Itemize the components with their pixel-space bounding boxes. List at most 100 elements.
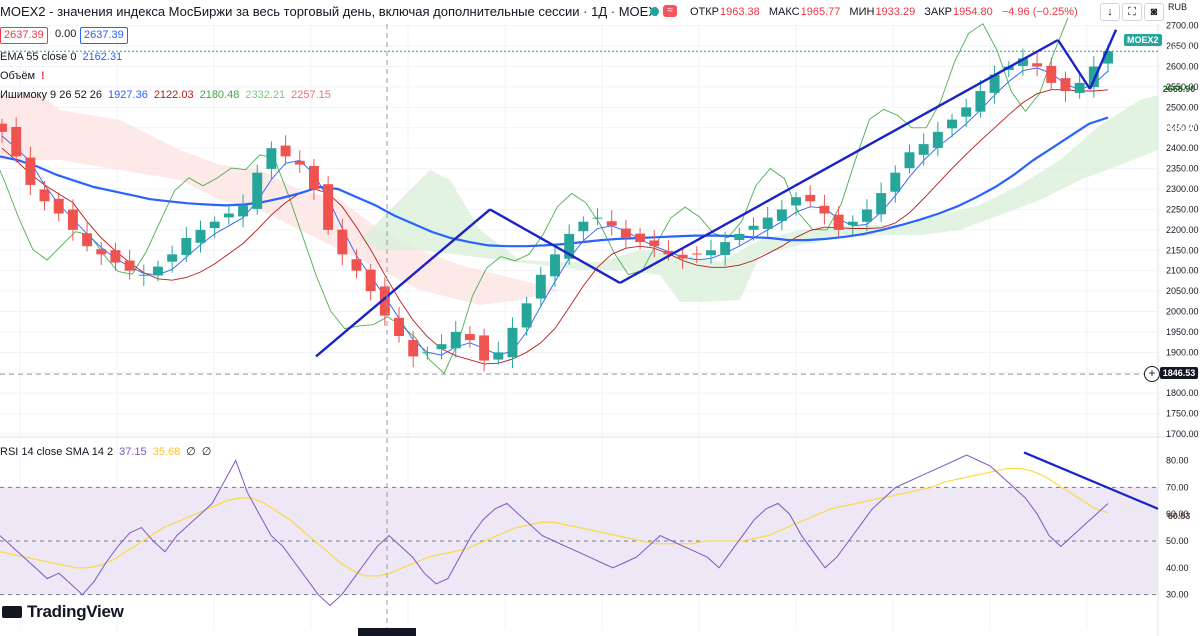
buy-price-box[interactable]: 2637.39 bbox=[80, 27, 128, 44]
ohlc-readout: ОТКР1963.38 МАКС1965.77 МИН1933.29 ЗАКР1… bbox=[690, 6, 1084, 18]
candle-body bbox=[266, 148, 277, 169]
candle-body bbox=[238, 205, 249, 217]
price-tick-label: 2250.00 bbox=[1166, 204, 1199, 214]
candle-body bbox=[550, 254, 560, 277]
price-label-ema: 2474.84 bbox=[1162, 111, 1196, 121]
candle-body bbox=[365, 269, 376, 292]
close-value: 1954.80 bbox=[953, 6, 993, 18]
rsi-tick-label: 80.00 bbox=[1166, 456, 1189, 466]
ichimoku-cloud bbox=[0, 95, 1158, 305]
candle-body bbox=[535, 274, 546, 299]
rsi-tick-label: 40.00 bbox=[1166, 563, 1189, 573]
ichimoku-lead-a: 2332.21 bbox=[245, 89, 286, 101]
crosshair-date-label bbox=[358, 628, 416, 636]
candle-body bbox=[436, 344, 447, 350]
candle-body bbox=[620, 228, 631, 239]
market-open-indicator bbox=[650, 7, 659, 16]
volume-legend[interactable]: Объём! bbox=[0, 70, 51, 82]
price-tick-label: 2150.00 bbox=[1166, 245, 1199, 255]
candle-body bbox=[223, 213, 234, 218]
price-tick-label: 2200.00 bbox=[1166, 225, 1199, 235]
ichimoku-base: 2122.03 bbox=[153, 89, 194, 101]
fullscreen-icon[interactable]: ⛶ bbox=[1122, 3, 1142, 21]
rsi-tick-label: 30.00 bbox=[1166, 590, 1189, 600]
rsi-tick-label: 50.00 bbox=[1166, 536, 1189, 546]
arrow-down-icon[interactable]: ↓ bbox=[1100, 3, 1120, 21]
volume-warning-icon[interactable]: ! bbox=[41, 70, 45, 82]
rsi-tick-label: 70.00 bbox=[1166, 482, 1189, 492]
data-warning-icon[interactable]: ≈ bbox=[663, 5, 677, 17]
low-value: 1933.29 bbox=[875, 6, 916, 18]
camera-icon[interactable]: ◙ bbox=[1144, 3, 1164, 21]
ichimoku-lagging-line bbox=[0, 17, 1069, 374]
price-label-lead-a: 2565.90 bbox=[1162, 84, 1196, 94]
tradingview-logo[interactable]: TradingView bbox=[2, 602, 124, 622]
candle-body bbox=[776, 209, 787, 221]
rsi-label-value: 63.98 bbox=[1167, 499, 1191, 509]
chart-header: MOEX2 - значения индекса МосБиржи за вес… bbox=[0, 0, 1200, 24]
close-label: ЗАКР bbox=[924, 6, 952, 18]
candle-body bbox=[110, 250, 121, 263]
ichimoku-conversion: 1927.36 bbox=[108, 89, 148, 101]
candle-body bbox=[890, 172, 901, 192]
price-label-conversion: 2560.95 bbox=[1162, 96, 1196, 106]
spread-value: 0.00 bbox=[55, 28, 77, 40]
candle-body bbox=[720, 242, 731, 255]
rsi-empty-2: ∅ bbox=[201, 446, 212, 458]
candle-body bbox=[493, 352, 504, 360]
candle-body bbox=[167, 254, 178, 262]
currency-label[interactable]: RUB bbox=[1168, 2, 1187, 12]
candle-body bbox=[918, 144, 929, 155]
sell-price-box[interactable]: 2637.39 bbox=[0, 27, 48, 44]
candle-body bbox=[649, 240, 660, 247]
rsi-label: RSI 14 close SMA 14 2 bbox=[0, 446, 114, 458]
ichimoku-legend[interactable]: Ишимоку 9 26 52 26 1927.36 2122.03 2180.48 2… bbox=[0, 89, 337, 101]
candle-body bbox=[464, 334, 475, 341]
symbol-title[interactable]: MOEX2 - значения индекса МосБиржи за вес… bbox=[0, 4, 657, 19]
tradingview-mark-icon bbox=[2, 606, 22, 618]
price-tick-label: 1900.00 bbox=[1166, 347, 1199, 357]
candle-body bbox=[280, 145, 291, 157]
candle-body bbox=[635, 233, 646, 243]
candle-body bbox=[337, 229, 348, 255]
low-label: МИН bbox=[849, 6, 875, 18]
candle-body bbox=[153, 266, 163, 276]
rsi-sma-value: 35.68 bbox=[152, 446, 181, 458]
candle-body bbox=[82, 233, 93, 247]
change-value: −4.96 (−0.25%) bbox=[1001, 6, 1078, 18]
ichimoku-label: Ишимоку 9 26 52 26 bbox=[0, 89, 103, 101]
candle-body bbox=[734, 233, 745, 241]
add-alert-icon[interactable]: + bbox=[1144, 366, 1160, 382]
candle-body bbox=[762, 217, 773, 229]
candle-body bbox=[947, 119, 957, 129]
candle-body bbox=[975, 91, 986, 112]
ema-legend[interactable]: EMA 55 close 0 2162.31 bbox=[0, 51, 128, 63]
candle-body bbox=[67, 209, 78, 230]
candle-body bbox=[394, 317, 404, 337]
candle-body bbox=[308, 165, 319, 190]
cloud-bearish bbox=[0, 95, 560, 305]
price-tick-label: 2050.00 bbox=[1166, 286, 1199, 296]
price-label-last: 2637.39 bbox=[1162, 34, 1196, 44]
symbol-tag[interactable]: MOEX2 bbox=[1124, 34, 1162, 46]
price-tick-label: 2100.00 bbox=[1166, 266, 1199, 276]
candle-body bbox=[1074, 82, 1085, 93]
candle-body bbox=[124, 260, 135, 271]
price-label-base: 2570.85 bbox=[1162, 72, 1196, 82]
ema-label: EMA 55 close 0 bbox=[0, 51, 77, 63]
candle-body bbox=[39, 189, 50, 202]
candle-body bbox=[422, 352, 433, 354]
candle-body bbox=[195, 229, 206, 243]
rsi-legend[interactable]: RSI 14 close SMA 14 2 37.15 35.68 ∅ ∅ bbox=[0, 445, 217, 458]
price-label-last-2: 2637.39 bbox=[1162, 46, 1196, 56]
candle-body bbox=[1032, 63, 1043, 67]
price-label-lead-b: 2446.67 bbox=[1162, 123, 1196, 133]
candle-body bbox=[677, 254, 688, 259]
candle-body bbox=[294, 160, 305, 165]
candle-body bbox=[861, 209, 872, 222]
volume-label: Объём bbox=[0, 70, 36, 82]
candle-body bbox=[25, 157, 36, 185]
crosshair-price-label: 1846.53 bbox=[1160, 367, 1198, 379]
rsi-empty-1: ∅ bbox=[186, 446, 196, 458]
price-tick-label: 1750.00 bbox=[1166, 409, 1199, 419]
